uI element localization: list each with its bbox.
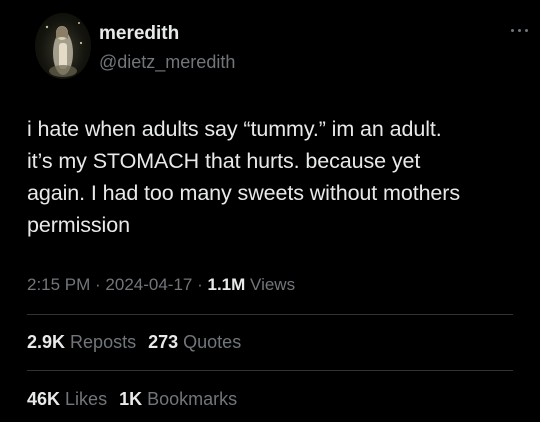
bookmarks-link[interactable]: 1K Bookmarks [119, 389, 237, 409]
bookmarks-label: Bookmarks [147, 389, 238, 409]
tweet-text: i hate when adults say “tummy.” im an ad… [27, 113, 527, 241]
meta-separator: · [90, 275, 106, 294]
divider [27, 370, 513, 371]
reposts-label: Reposts [70, 332, 137, 352]
tweet-text-line: it’s my STOMACH that hurts. because yet [27, 149, 421, 173]
tweet-header: meredith @dietz_meredith [35, 13, 528, 83]
tweet-text-line: permission [27, 213, 130, 237]
quotes-link[interactable]: 273 Quotes [148, 332, 241, 352]
meta-separator: · [192, 275, 208, 294]
bookmarks-count: 1K [119, 389, 143, 409]
views-label: Views [250, 275, 296, 294]
tweet-meta: 2:15 PM · 2024-04-17 · 1.1M Views [27, 274, 295, 296]
profile-photo-icon [45, 22, 83, 77]
divider [27, 314, 513, 315]
more-options-icon[interactable] [509, 23, 531, 37]
tweet-time[interactable]: 2:15 PM [27, 275, 90, 294]
likes-count: 46K [27, 389, 61, 409]
tweet-text-line: i hate when adults say “tummy.” im an ad… [27, 117, 442, 141]
reposts-count: 2.9K [27, 332, 66, 352]
avatar[interactable] [35, 13, 91, 79]
quotes-label: Quotes [183, 332, 242, 352]
engagement-row-likes: 46K Likes 1K Bookmarks [27, 388, 249, 410]
views-count: 1.1M [207, 275, 246, 294]
tweet-card: meredith @dietz_meredith i hate when adu… [0, 0, 540, 422]
tweet-text-line: again. I had too many sweets without mot… [27, 181, 461, 205]
likes-label: Likes [65, 389, 108, 409]
engagement-row-reposts: 2.9K Reposts 273 Quotes [27, 331, 253, 353]
tweet-date[interactable]: 2024-04-17 [105, 275, 192, 294]
quotes-count: 273 [148, 332, 179, 352]
author-name[interactable]: meredith [99, 23, 179, 45]
likes-link[interactable]: 46K Likes [27, 389, 107, 409]
reposts-link[interactable]: 2.9K Reposts [27, 332, 136, 352]
author-handle[interactable]: @dietz_meredith [99, 51, 235, 73]
